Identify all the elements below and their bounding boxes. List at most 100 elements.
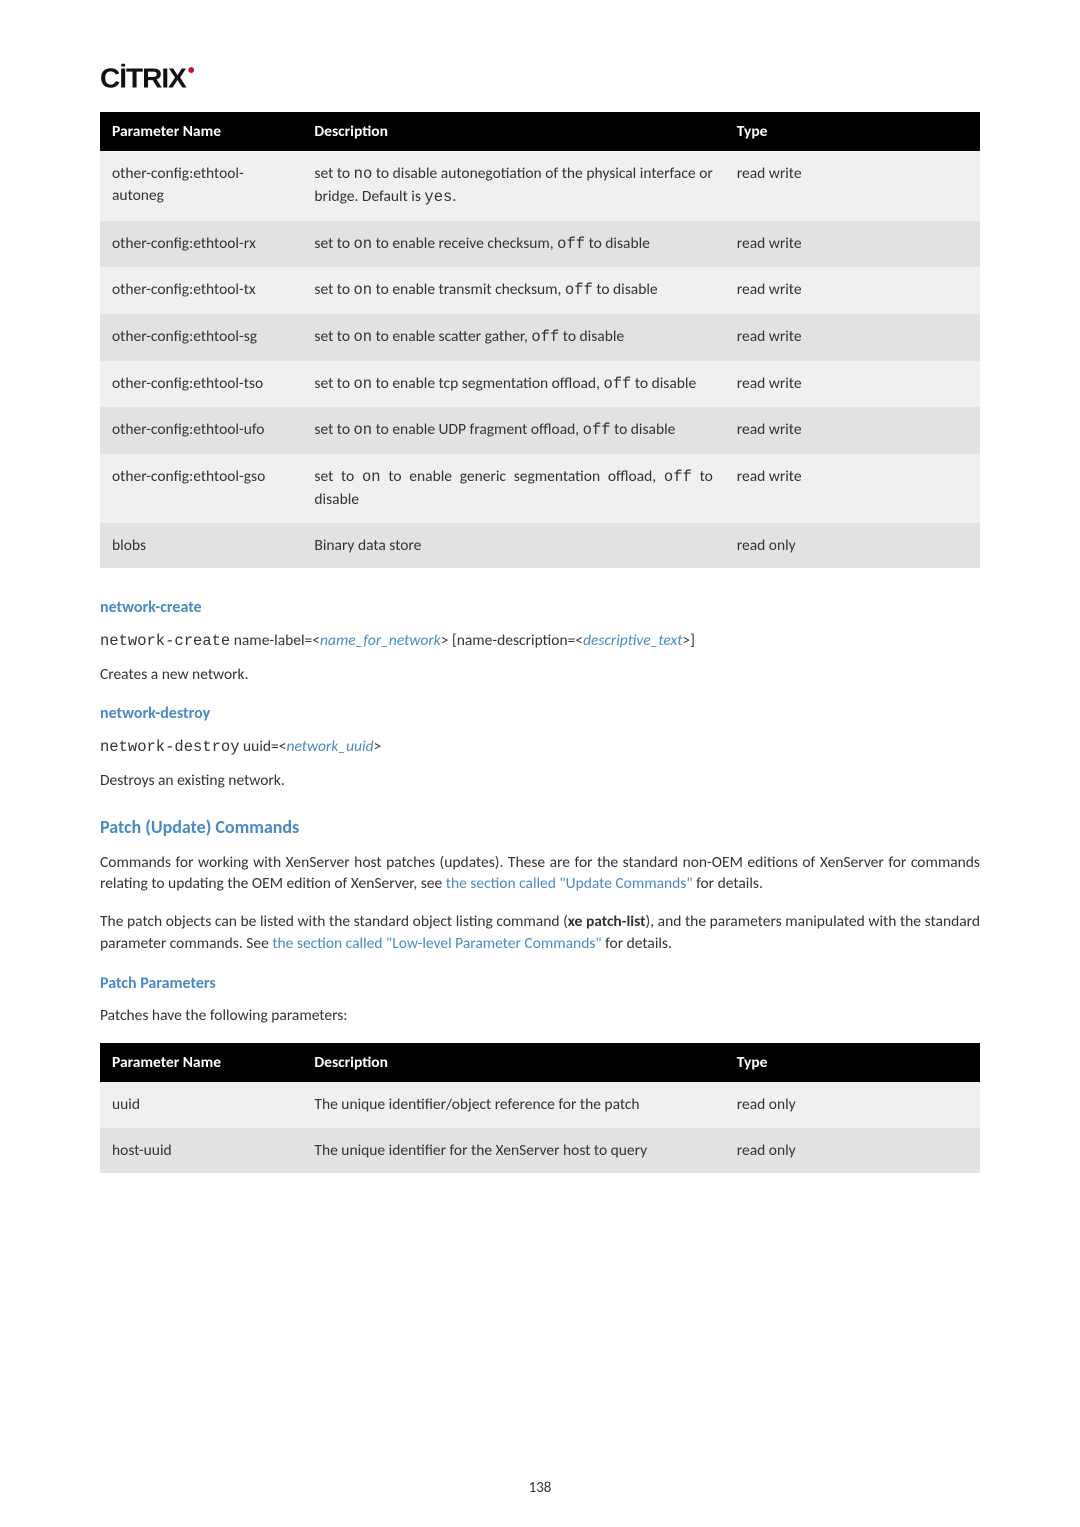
- code-network-destroy: network-destroy uuid=<network_uuid>: [100, 737, 980, 756]
- cell-description: set to on to enable scatter gather, off …: [302, 314, 724, 361]
- text: to disable autonegotiation of the physic…: [314, 164, 712, 206]
- text: to enable transmit checksum,: [372, 280, 565, 299]
- table-row: other-config:ethtool-rxset to on to enab…: [100, 221, 980, 268]
- code-literal: off: [603, 375, 631, 393]
- code-literal: off: [531, 328, 559, 346]
- text: [name-description=: [448, 631, 575, 650]
- cell-type: read write: [725, 151, 980, 220]
- cell-param-name: other-config:ethtool-rx: [100, 221, 302, 268]
- text: to enable UDP fragment offload,: [372, 420, 583, 439]
- table-row: other-config:ethtool-txset to on to enab…: [100, 267, 980, 314]
- cell-description: set to on to enable receive checksum, of…: [302, 221, 724, 268]
- gt: >: [374, 737, 382, 756]
- th-description: Description: [302, 112, 724, 151]
- text: to disable: [585, 234, 650, 253]
- para-network-create: Creates a new network.: [100, 664, 980, 686]
- parameter-table-2: Parameter Name Description Type uuidThe …: [100, 1043, 980, 1173]
- cell-type: read only: [725, 523, 980, 569]
- cell-param-name: other-config:ethtool-gso: [100, 454, 302, 522]
- table-header: Parameter Name Description Type: [100, 112, 980, 151]
- table-row: blobs Binary data store read only: [100, 523, 980, 569]
- text: The patch objects can be listed with the…: [100, 912, 568, 931]
- cell-type: read write: [725, 267, 980, 314]
- para-patch-2: The patch objects can be listed with the…: [100, 911, 980, 954]
- text: to enable scatter gather,: [372, 327, 531, 346]
- para-patch-params-intro: Patches have the following parameters:: [100, 1005, 980, 1027]
- table-row: host-uuidThe unique identifier for the X…: [100, 1128, 980, 1174]
- th-parameter-name: Parameter Name: [100, 112, 302, 151]
- text: set to: [314, 420, 353, 439]
- code-literal: off: [664, 468, 692, 486]
- cell-description: set to on to enable transmit checksum, o…: [302, 267, 724, 314]
- logo-text: CİTRIX: [100, 62, 186, 93]
- gt: >: [682, 631, 690, 650]
- cell-param-name: other-config:ethtool-tso: [100, 361, 302, 408]
- code-literal: off: [557, 235, 585, 253]
- table-row: other-config:ethtool-sgset to on to enab…: [100, 314, 980, 361]
- lt: <: [575, 631, 583, 650]
- text: ]: [690, 631, 695, 650]
- heading-patch-commands: Patch (Update) Commands: [100, 816, 980, 838]
- cmd: network-create: [100, 632, 230, 650]
- code-literal: on: [354, 235, 373, 253]
- cell-param-name: blobs: [100, 523, 302, 569]
- text: name-label=: [230, 631, 312, 650]
- cell-type: read write: [725, 314, 980, 361]
- heading-network-destroy: network-destroy: [100, 704, 980, 723]
- th-type: Type: [725, 1043, 980, 1082]
- text: set to: [314, 234, 353, 253]
- link-lowlevel-param-commands[interactable]: the section called "Low-level Parameter …: [272, 934, 601, 953]
- text: for details.: [693, 874, 763, 893]
- cell-description: set to on to enable tcp segmentation off…: [302, 361, 724, 408]
- cell-description: Binary data store: [302, 523, 724, 569]
- link-update-commands[interactable]: the section called "Update Commands": [446, 874, 693, 893]
- text: set to: [314, 280, 353, 299]
- table-row: other-config:ethtool-ufo set to on to ena…: [100, 407, 980, 454]
- arg: name_for_network: [320, 631, 441, 650]
- table-row: other-config:ethtool-tsoset to on to ena…: [100, 361, 980, 408]
- cell-type: read write: [725, 361, 980, 408]
- text: to disable: [631, 374, 696, 393]
- code-literal: off: [565, 281, 593, 299]
- text: set to: [314, 164, 353, 183]
- text: for details.: [602, 934, 672, 953]
- text: uuid=: [240, 737, 279, 756]
- text: to enable tcp segmentation offload,: [372, 374, 603, 393]
- text: .: [452, 187, 456, 206]
- table-row: uuidThe unique identifier/object referen…: [100, 1082, 980, 1128]
- bold-xe-patch-list: xe patch-list: [568, 912, 646, 931]
- code-literal: no: [354, 165, 373, 183]
- code-literal: on: [354, 375, 373, 393]
- cell-param-name: other-config:ethtool-autoneg: [100, 151, 302, 220]
- cell-description: The unique identifier/object reference f…: [302, 1082, 724, 1128]
- page-number: 138: [0, 1479, 1080, 1497]
- text: Binary data store: [314, 536, 421, 555]
- text: to enable generic segmentation offload,: [381, 467, 664, 486]
- code-literal: off: [583, 421, 611, 439]
- cell-param-name: uuid: [100, 1082, 302, 1128]
- cell-param-name: other-config:ethtool-ufo: [100, 407, 302, 454]
- cell-type: read only: [725, 1082, 980, 1128]
- cell-type: read write: [725, 221, 980, 268]
- para-network-destroy: Destroys an existing network.: [100, 770, 980, 792]
- cell-param-name: other-config:ethtool-tx: [100, 267, 302, 314]
- text: to disable: [611, 420, 676, 439]
- th-parameter-name: Parameter Name: [100, 1043, 302, 1082]
- th-type: Type: [725, 112, 980, 151]
- cmd: network-destroy: [100, 738, 240, 756]
- code-literal: on: [354, 328, 373, 346]
- heading-patch-parameters: Patch Parameters: [100, 974, 980, 993]
- th-description: Description: [302, 1043, 724, 1082]
- cell-description: set to no to disable autonegotiation of …: [302, 151, 724, 220]
- cell-type: read only: [725, 1128, 980, 1174]
- code-network-create: network-create name-label= < name_for_netw…: [100, 631, 980, 650]
- parameter-table-1: Parameter Name Description Type other-co…: [100, 112, 980, 568]
- para-patch-1: Commands for working with XenServer host…: [100, 852, 980, 895]
- text: set to: [314, 327, 353, 346]
- code-literal: on: [354, 421, 373, 439]
- text: set to: [314, 374, 353, 393]
- arg: network_uuid: [286, 737, 373, 756]
- text: to disable: [559, 327, 624, 346]
- heading-network-create: network-create: [100, 598, 980, 617]
- table-header: Parameter Name Description Type: [100, 1043, 980, 1082]
